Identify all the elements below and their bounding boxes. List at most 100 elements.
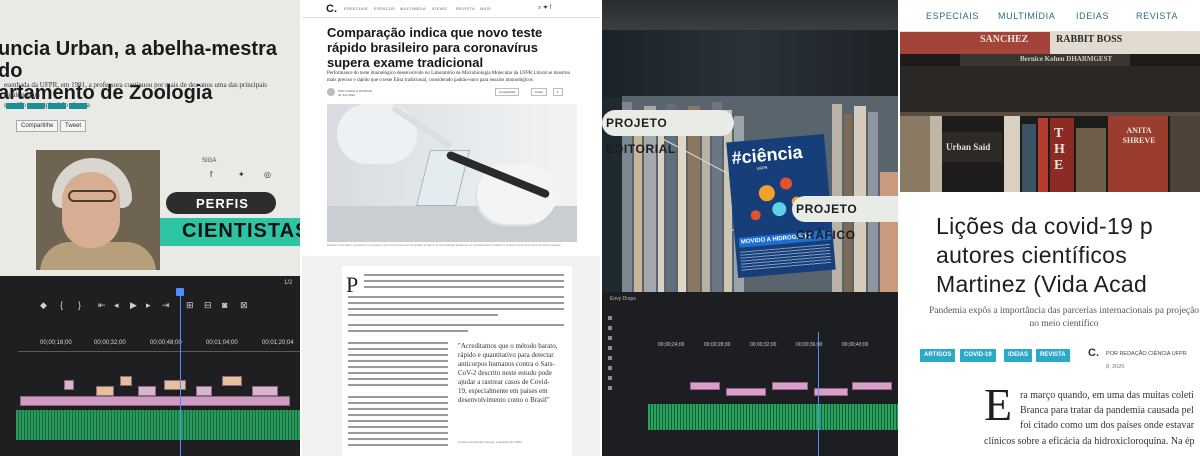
- spine-title: Bernice Kohen DHARMGEST: [1020, 55, 1113, 63]
- timeline-clip[interactable]: [20, 396, 290, 406]
- text-line: [348, 348, 448, 350]
- search-icon[interactable]: ⌕ ✦ f: [538, 5, 551, 12]
- timeline-clip[interactable]: [222, 376, 242, 386]
- nav-item[interactable]: ESPAÇOS: [374, 6, 395, 11]
- hand-shape: [880, 172, 898, 292]
- timeline-clip[interactable]: [252, 386, 278, 396]
- book-spine: [1004, 116, 1020, 192]
- timecode: 00;00;48;00: [150, 340, 182, 346]
- instagram-icon[interactable]: ◎: [264, 170, 271, 179]
- marker-icon[interactable]: ◆: [40, 300, 47, 311]
- frame-back-icon[interactable]: ◂: [114, 300, 119, 311]
- timeline-clip[interactable]: [814, 388, 848, 396]
- pull-quote: "Acreditamos que o método barato, rápido…: [458, 342, 558, 404]
- frame-forward-icon[interactable]: ▸: [146, 300, 151, 311]
- label-projeto-grafico: PROJETO GRÁFICO: [792, 196, 898, 242]
- tag-artigos[interactable]: ARTIGOS: [920, 349, 956, 362]
- nav-item[interactable]: IDEIAS: [432, 6, 447, 11]
- text-line: [348, 372, 448, 374]
- nav-item[interactable]: ESPECIAIS: [344, 6, 368, 11]
- tool-icon[interactable]: [608, 346, 612, 350]
- camera-icon[interactable]: ◙: [222, 300, 227, 310]
- tool-icon[interactable]: [608, 316, 612, 320]
- timeline-clip[interactable]: [96, 386, 114, 396]
- tool-icon[interactable]: [608, 376, 612, 380]
- share-button[interactable]: Compartilhe: [16, 120, 59, 132]
- timeline-clip[interactable]: [852, 382, 892, 390]
- tweet-button[interactable]: Tweet: [60, 120, 87, 132]
- tweet-button[interactable]: Tweet: [531, 88, 548, 96]
- tag-ideias[interactable]: IDEIAS: [1004, 349, 1033, 362]
- molecule-dot: [758, 184, 776, 202]
- tag-revista[interactable]: REVISTA: [1036, 349, 1070, 362]
- nav-item[interactable]: IDEIAS: [1076, 11, 1109, 21]
- article-title: Comparação indica que novo teste rápido …: [327, 25, 543, 70]
- twitter-icon[interactable]: ✦: [238, 170, 245, 179]
- timeline-clip[interactable]: [690, 382, 720, 390]
- timeline-clip[interactable]: [164, 380, 186, 390]
- book-spine: [1076, 128, 1106, 192]
- badge-perfis: PERFIS: [196, 196, 249, 211]
- text-line: [348, 402, 448, 404]
- book-spine: Bernice Kohen DHARMGEST: [960, 54, 1130, 66]
- tag-chip[interactable]: [69, 103, 87, 109]
- tool-icon[interactable]: [608, 386, 612, 390]
- in-point-icon[interactable]: {: [60, 300, 63, 310]
- nav-item[interactable]: MULTIMÍDIA: [998, 11, 1055, 21]
- tag-chip[interactable]: [27, 103, 45, 109]
- lift-icon[interactable]: ⊞: [186, 300, 194, 311]
- step-forward-icon[interactable]: ⇥: [162, 300, 170, 311]
- spine-title: SANCHEZ: [980, 34, 1029, 45]
- audio-waveform[interactable]: [648, 404, 898, 430]
- book-spine: [1038, 118, 1048, 192]
- lab-photo: [327, 104, 577, 242]
- magazine-text-lines: [739, 243, 832, 272]
- nav-item[interactable]: MAIS: [480, 6, 491, 11]
- article-date: 8, 2020: [1106, 364, 1125, 370]
- text-line: [348, 444, 448, 446]
- nav-item[interactable]: REVISTA: [456, 6, 475, 11]
- extract-icon[interactable]: ⊟: [204, 300, 212, 311]
- step-back-icon[interactable]: ⇤: [98, 300, 106, 311]
- text-line: [348, 396, 448, 398]
- timeline-clip[interactable]: [64, 380, 74, 390]
- audio-waveform[interactable]: [16, 410, 300, 440]
- timecode: 00;01;20;04: [262, 340, 294, 346]
- text-line: [348, 308, 564, 310]
- book-spine: [702, 116, 710, 292]
- tag-row: [6, 103, 87, 109]
- tool-icon[interactable]: [608, 356, 612, 360]
- photo-caption: Método é inovador, permitindo o emprego …: [327, 243, 561, 247]
- timeline-clip[interactable]: [138, 386, 156, 396]
- tag-chip[interactable]: [6, 103, 24, 109]
- timeline-clip[interactable]: [120, 376, 132, 386]
- tool-icon[interactable]: [608, 326, 612, 330]
- tool-icon[interactable]: [608, 366, 612, 370]
- nav-item[interactable]: REVISTA: [1136, 11, 1178, 21]
- magazine-subtitle: UFPR: [756, 165, 768, 171]
- tool-icon[interactable]: [608, 336, 612, 340]
- book-spine: [930, 116, 942, 192]
- timecode: 00;01;04;00: [206, 340, 238, 346]
- settings-icon[interactable]: ⊠: [240, 300, 248, 311]
- timecode: 00;00;32;00: [94, 340, 126, 346]
- tag-covid-19[interactable]: COVID-19: [960, 349, 996, 362]
- timeline-clip[interactable]: [196, 386, 212, 396]
- site-nav: ESPECIAIS MULTIMÍDIA IDEIAS REVISTA: [900, 0, 1200, 32]
- out-point-icon[interactable]: }: [78, 300, 81, 310]
- timecode: 00;00;24;00: [658, 342, 685, 348]
- tag-chip[interactable]: [48, 103, 66, 109]
- share-button[interactable]: Compartilhe: [495, 88, 520, 96]
- more-share-button[interactable]: ▾: [553, 88, 563, 96]
- facebook-icon[interactable]: f: [210, 170, 212, 179]
- nav-item[interactable]: ESPECIAIS: [926, 11, 979, 21]
- nav-item[interactable]: MULTIMÍDIA: [400, 6, 426, 11]
- site-logo[interactable]: C.: [326, 3, 337, 15]
- timeline-clip[interactable]: [726, 388, 766, 396]
- byline-logo: C.: [1088, 347, 1099, 359]
- timeline-clip[interactable]: [772, 382, 808, 390]
- book-spine: [1022, 124, 1036, 192]
- pull-quote-credit: Luciano Fernandes Huergo, professor da U…: [458, 440, 522, 444]
- molecule-dot: [779, 176, 793, 190]
- play-icon[interactable]: ▶: [130, 300, 137, 311]
